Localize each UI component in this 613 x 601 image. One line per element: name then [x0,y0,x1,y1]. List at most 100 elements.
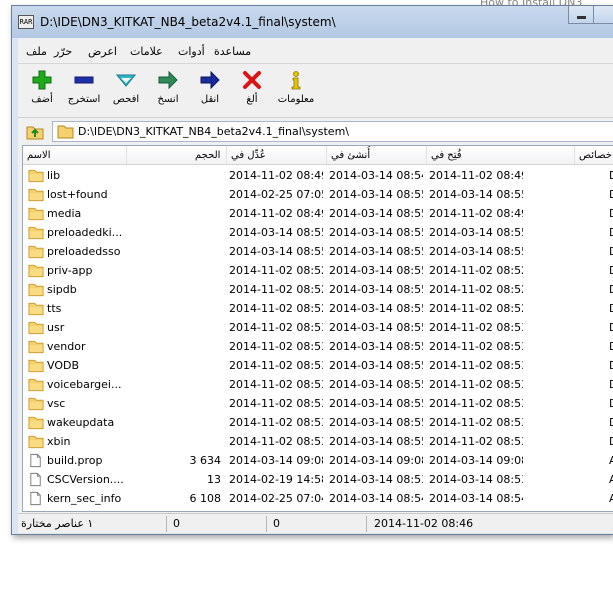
menu-tools[interactable]: أدوات [178,45,205,58]
file-modified: 2014-11-02 08:53 [229,435,323,448]
status-packed: 0 [273,517,280,530]
test-button[interactable]: افحص [104,66,148,112]
table-row[interactable]: sipdb 2014-11-02 08:52 2014-03-14 08:55 201… [23,280,613,299]
table-row[interactable]: priv-app 2014-11-02 08:52 2014-03-14 08:55… [23,261,613,280]
file-created: 2014-03-14 08:53 [329,473,423,486]
file-modified: 2014-11-02 08:52 [229,283,323,296]
file-attributes: D [609,318,613,337]
file-attributes: D [609,432,613,451]
status-selected: ١ عناصر مختارة [21,517,94,530]
file-modified: 2014-03-14 08:55 [229,226,323,239]
extract-button[interactable]: استخرج [62,66,106,112]
table-row[interactable]: lost+found 2014-02-25 07:05 2014-03-14 08:… [23,185,613,204]
table-row[interactable]: preloadedki... 2014-03-14 08:55 2014-03-14… [23,223,613,242]
file-created: 2014-03-14 08:55 [329,416,423,429]
status-size: 0 [173,517,180,530]
file-size [147,318,221,337]
info-button[interactable]: معلومات [274,66,318,112]
file-created: 2014-03-14 08:55 [329,245,423,258]
archive-window: RAR D:\IDE\DN3_KITKAT_NB4_beta2v4.1_fina… [11,5,613,535]
file-created: 2014-03-14 08:55 [329,378,423,391]
copy-button[interactable]: انسخ [146,66,190,112]
file-size [147,242,221,261]
move-button[interactable]: انقل [188,66,232,112]
file-size [147,394,221,413]
delete-button[interactable]: ألغ [230,66,274,112]
file-size [147,280,221,299]
file-name: preloadedsso [47,245,121,258]
table-row[interactable]: build.prop 3 634 2014-03-14 09:08 2014-03-1… [23,451,613,470]
table-row[interactable]: VODB 2014-11-02 08:53 2014-03-14 08:55 2014… [23,356,613,375]
table-row[interactable]: voicebargei... 2014-11-02 08:53 2014-03-14… [23,375,613,394]
file-modified: 2014-11-02 08:53 [229,340,323,353]
file-created: 2014-03-14 08:55 [329,435,423,448]
file-attributes: A [609,489,613,508]
file-size [147,223,221,242]
folder-icon [28,188,44,202]
table-row[interactable]: vsc 2014-11-02 08:53 2014-03-14 08:55 2014-… [23,394,613,413]
folder-icon [28,340,44,354]
folder-icon [28,435,44,449]
file-size [147,375,221,394]
menu-file[interactable]: ملف [26,45,47,58]
table-row[interactable]: lib 2014-11-02 08:49 2014-03-14 08:54 2014-… [23,166,613,185]
table-row[interactable]: wakeupdata 2014-11-02 08:53 2014-03-14 08:… [23,413,613,432]
folder-icon [28,169,44,183]
file-name: priv-app [47,264,93,277]
file-size [147,413,221,432]
column-header-created[interactable]: أُنشئ في [327,146,427,165]
menu-edit[interactable]: حرّر [54,45,72,58]
file-created: 2014-03-14 08:54 [329,169,423,182]
file-modified: 2014-11-02 08:52 [229,264,323,277]
table-row[interactable]: xbin 2014-11-02 08:53 2014-03-14 08:55 2014… [23,432,613,451]
add-button[interactable]: أضف [20,66,64,112]
file-accessed: 2014-11-02 08:52 [429,264,523,277]
column-header-name[interactable]: الاسم [23,146,127,165]
table-row[interactable]: kern_sec_info 6 108 2014-02-25 07:04 2014-0… [23,489,613,508]
table-row[interactable]: preloadedsso 2014-03-14 08:55 2014-03-14 0… [23,242,613,261]
minimize-button[interactable] [568,6,594,24]
up-folder-button[interactable] [26,123,44,140]
file-list[interactable]: الاسم الحجم عُدِّل في أُنشئ في فُتِح في … [22,145,613,512]
column-header-accessed[interactable]: فُتِح في [427,146,575,165]
window-client-area: ملف حرّر اعرض علامات أدوات مساعدة أضف اس… [18,38,613,533]
info-icon [291,71,301,90]
maximize-button[interactable] [593,6,613,24]
menu-bookmarks[interactable]: علامات [130,45,163,58]
file-attributes: D [609,413,613,432]
table-row[interactable]: tts 2014-11-02 08:52 2014-03-14 08:55 2014-… [23,299,613,318]
file-accessed: 2014-11-02 08:53 [429,435,523,448]
title-bar[interactable]: RAR D:\IDE\DN3_KITKAT_NB4_beta2v4.1_fina… [12,6,613,38]
column-header-modified[interactable]: عُدِّل في [227,146,327,165]
table-row[interactable]: vendor 2014-11-02 08:53 2014-03-14 08:55 20… [23,337,613,356]
file-modified: 2014-11-02 08:49 [229,207,323,220]
file-size [147,337,221,356]
extract-icon [74,76,94,84]
status-bar: ١ عناصر مختارة 0 0 2014-11-02 08:46 [18,513,613,533]
test-icon [115,74,137,87]
folder-icon [28,321,44,335]
table-row[interactable]: CSCVersion.... 13 2014-02-19 14:58 2014-03-… [23,470,613,489]
file-modified: 2014-11-02 08:53 [229,416,323,429]
path-field[interactable]: D:\IDE\DN3_KITKAT_NB4_beta2v4.1_final\sy… [52,121,613,142]
table-row[interactable]: usr 2014-11-02 08:53 2014-03-14 08:55 2014-… [23,318,613,337]
file-accessed: 2014-03-14 08:54 [429,492,523,505]
file-size: 3 634 [189,454,222,467]
file-created: 2014-03-14 09:08 [329,454,423,467]
table-row[interactable]: media 2014-11-02 08:49 2014-03-14 08:55 201… [23,204,613,223]
folder-icon [28,359,44,373]
file-attributes: D [609,204,613,223]
file-size: 13 [207,473,221,486]
file-accessed: 2014-11-02 08:52 [429,283,523,296]
file-created: 2014-03-14 08:55 [329,188,423,201]
folder-icon [28,397,44,411]
file-attributes: D [609,299,613,318]
column-header-attributes[interactable]: خصائص [575,146,613,165]
folder-icon [28,207,44,221]
menu-help[interactable]: مساعدة [214,45,251,58]
column-header-size[interactable]: الحجم [127,146,227,165]
file-size [147,299,221,318]
folder-icon [28,264,44,278]
file-size [147,185,221,204]
menu-view[interactable]: اعرض [88,45,117,58]
